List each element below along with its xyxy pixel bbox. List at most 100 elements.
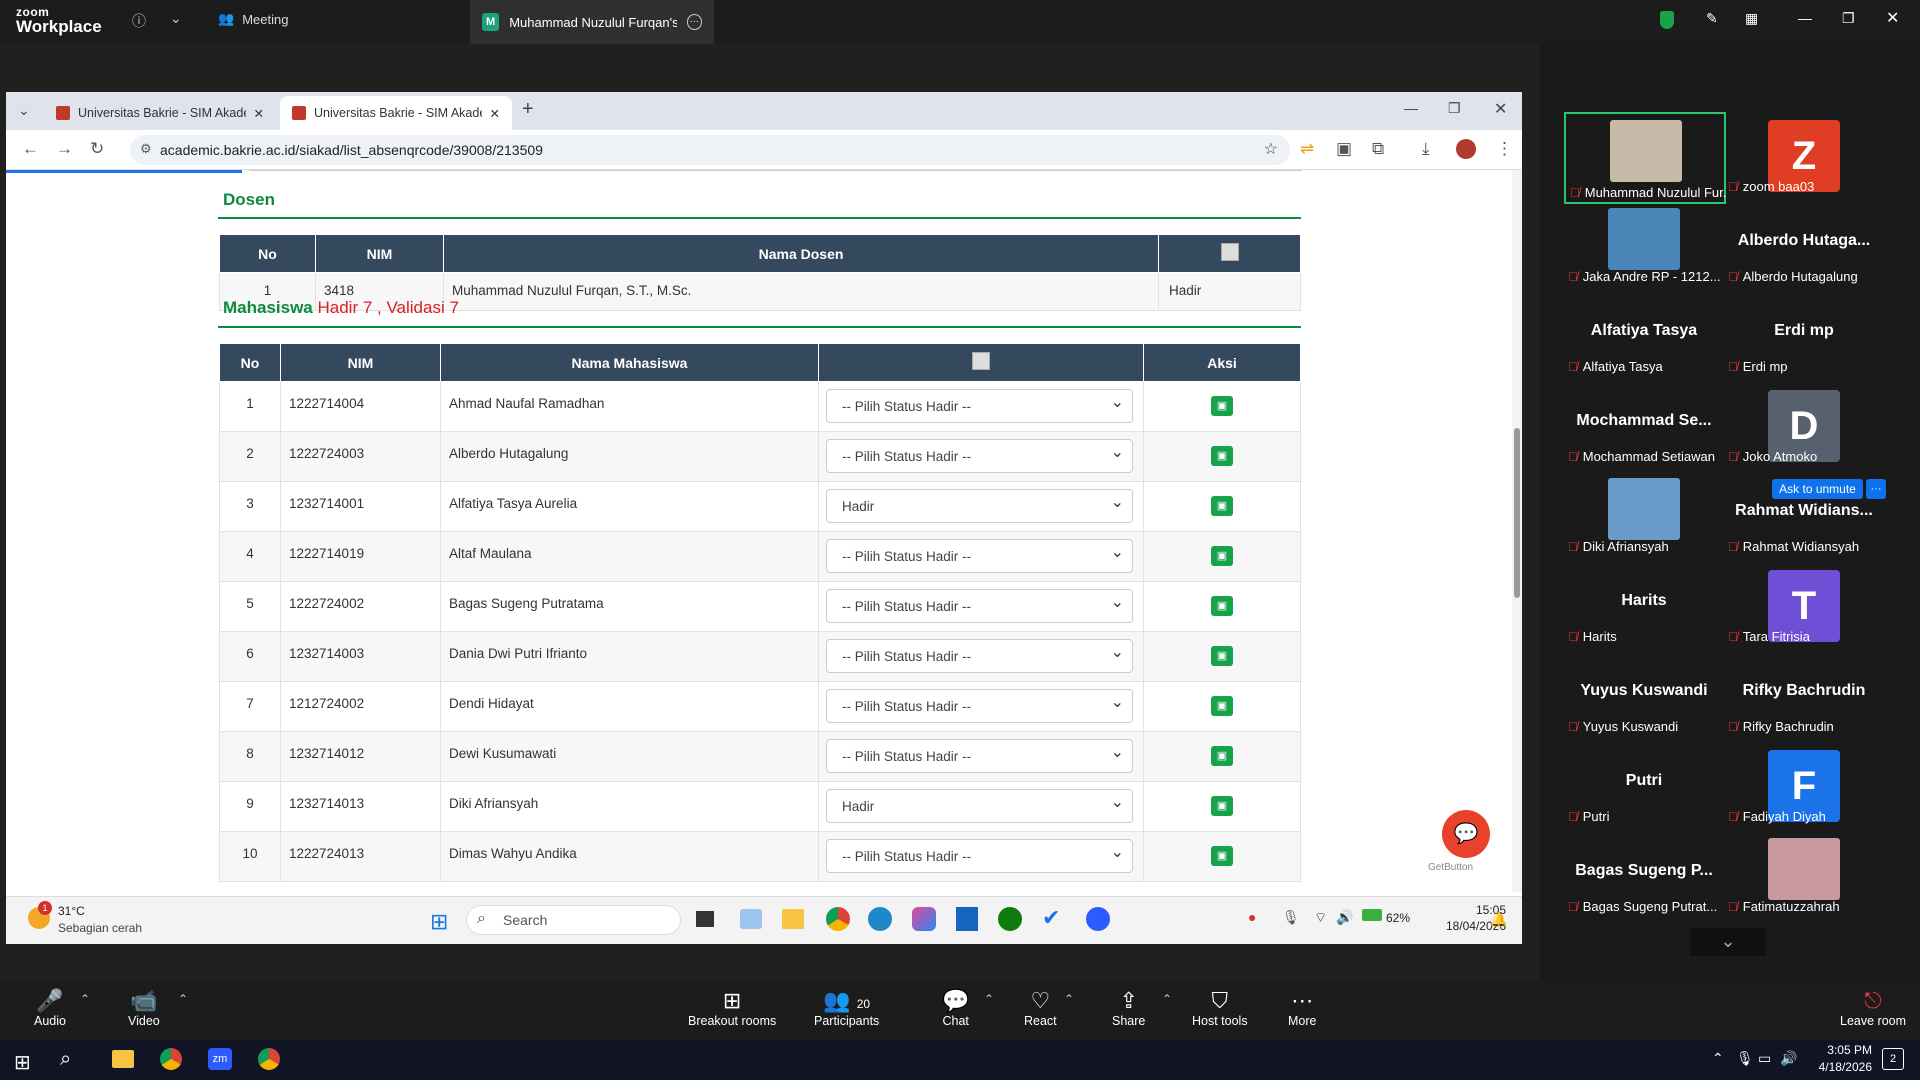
windows-start-icon[interactable]: ⊞ (430, 909, 448, 935)
zoom-app-icon[interactable]: zm (208, 1048, 232, 1070)
wifi-icon[interactable]: ⌔ (1314, 909, 1327, 927)
participant-tile[interactable]: Erdi mp 🎙̸ Erdi mp (1724, 292, 1884, 376)
select-all-checkbox[interactable] (1220, 243, 1239, 261)
save-icon[interactable]: ▣ (1211, 596, 1233, 616)
volume-icon[interactable]: 🔊 (1780, 1050, 1797, 1067)
status-hadir-select[interactable]: -- Pilih Status Hadir -- (826, 739, 1133, 773)
participant-tile[interactable]: Alfatiya Tasya 🎙̸ Alfatiya Tasya (1564, 292, 1724, 376)
chat-options-icon[interactable]: ⌃ (984, 992, 994, 1006)
restore-icon[interactable]: ❐ (1448, 100, 1461, 117)
participant-tile[interactable]: Putri 🎙̸ Putri (1564, 742, 1724, 826)
participants-button[interactable]: 👥 20 Participants (814, 988, 879, 1028)
share-options-icon[interactable]: ⌃ (1162, 992, 1172, 1006)
share-window-tab[interactable]: M Muhammad Nuzulul Furqan's scr ··· (470, 0, 714, 44)
react-options-icon[interactable]: ⌃ (1064, 992, 1074, 1006)
status-hadir-select[interactable]: Hadir (826, 789, 1133, 823)
participant-tile[interactable]: 🎙̸ Jaka Andre RP - 1212... (1564, 202, 1724, 286)
ask-to-unmute-button[interactable]: Ask to unmute (1772, 479, 1863, 499)
layout-icon[interactable]: ▦ (1745, 10, 1758, 27)
save-icon[interactable]: ▣ (1211, 496, 1233, 516)
save-icon[interactable]: ▣ (1211, 396, 1233, 416)
participant-tile[interactable]: Alberdo Hutaga... 🎙̸ Alberdo Hutagalung (1724, 202, 1884, 286)
todo-icon[interactable]: ✔ (1042, 905, 1060, 931)
extension-icon[interactable]: ⇌ (1300, 139, 1314, 159)
xbox-icon[interactable] (998, 907, 1022, 931)
restore-icon[interactable]: ❐ (1842, 10, 1855, 27)
file-explorer-icon[interactable] (782, 909, 804, 929)
close-icon[interactable]: ✕ (1494, 99, 1507, 119)
volume-icon[interactable]: 🔊 (1336, 909, 1353, 926)
tab-close-icon[interactable]: ✕ (254, 106, 264, 121)
windows-start-icon[interactable]: ⊞ (14, 1050, 31, 1075)
save-icon[interactable]: ▣ (1211, 646, 1233, 666)
chat-button[interactable]: 💬 Chat (942, 988, 969, 1028)
chrome-icon[interactable] (826, 907, 850, 931)
search-icon[interactable]: ⌕ (60, 1048, 71, 1071)
reload-icon[interactable]: ↻ (90, 139, 104, 159)
status-hadir-select[interactable]: -- Pilih Status Hadir -- (826, 689, 1133, 723)
chrome-icon[interactable] (258, 1048, 280, 1070)
tab-list-icon[interactable]: ⌄ (18, 102, 30, 119)
status-hadir-select[interactable]: -- Pilih Status Hadir -- (826, 389, 1133, 423)
video-button[interactable]: 📹 Video (128, 988, 160, 1028)
audio-options-icon[interactable]: ⌃ (80, 992, 90, 1006)
status-hadir-select[interactable]: -- Pilih Status Hadir -- (826, 839, 1133, 873)
chrome-icon[interactable] (160, 1048, 182, 1070)
participant-tile[interactable]: Bagas Sugeng P... 🎙̸ Bagas Sugeng Putrat..… (1564, 832, 1724, 916)
meeting-tab[interactable]: 👥 Meeting (218, 11, 288, 27)
extension-icon[interactable]: ▣ (1336, 139, 1352, 159)
participant-tile[interactable]: 🎙̸ Muhammad Nuzulul Fur... (1564, 112, 1726, 204)
leave-room-button[interactable]: ⎋ Leave room (1840, 988, 1906, 1028)
taskbar-search[interactable]: ⌕ Search (466, 905, 681, 935)
profile-avatar[interactable] (1456, 139, 1476, 159)
participant-tile[interactable]: T 🎙̸ Tara Fitrisia (1724, 562, 1884, 646)
participant-tile[interactable]: Yuyus Kuswandi 🎙̸ Yuyus Kuswandi (1564, 652, 1724, 736)
status-hadir-select[interactable]: Hadir (826, 489, 1133, 523)
save-icon[interactable]: ▣ (1211, 796, 1233, 816)
save-icon[interactable]: ▣ (1211, 446, 1233, 466)
chevron-down-icon[interactable]: ⌄ (170, 10, 182, 27)
mic-icon[interactable]: 🎙 (1282, 909, 1300, 926)
bookmark-star-icon[interactable]: ☆ (1264, 139, 1278, 159)
menu-kebab-icon[interactable]: ⋮ (1496, 139, 1513, 159)
video-options-icon[interactable]: ⌃ (178, 992, 188, 1006)
notification-bell-icon[interactable]: 🔔 (1490, 911, 1507, 928)
minimize-icon[interactable]: — (1404, 100, 1418, 116)
back-icon[interactable]: ← (22, 139, 39, 159)
participant-tile[interactable]: Rifky Bachrudin 🎙̸ Rifky Bachrudin (1724, 652, 1884, 736)
save-icon[interactable]: ▣ (1211, 746, 1233, 766)
page-scrollbar[interactable] (1512, 170, 1522, 892)
participant-tile[interactable]: Mochammad Se... 🎙̸ Mochammad Setiawan (1564, 382, 1724, 466)
close-icon[interactable]: ✕ (1886, 8, 1899, 28)
task-view-icon[interactable] (696, 911, 714, 927)
notification-center-icon[interactable]: 2 (1882, 1048, 1904, 1070)
save-icon[interactable]: ▣ (1211, 846, 1233, 866)
more-button[interactable]: ⋯ More (1288, 988, 1316, 1028)
select-all-checkbox[interactable] (972, 352, 990, 370)
forward-icon[interactable]: → (56, 139, 73, 159)
download-icon[interactable]: ⤓ (1422, 139, 1430, 159)
app-icon[interactable] (740, 909, 762, 929)
audio-button[interactable]: 🎤 Audio (34, 988, 66, 1028)
site-info-icon[interactable]: ⚙ (140, 141, 152, 157)
participant-tile[interactable]: Harits 🎙̸ Harits (1564, 562, 1724, 646)
status-hadir-select[interactable]: -- Pilih Status Hadir -- (826, 589, 1133, 623)
extensions-puzzle-icon[interactable]: ⧉ (1372, 139, 1384, 159)
share-button[interactable]: ⇪ Share (1112, 988, 1145, 1028)
participant-tile[interactable]: 🎙̸ Fatimatuzzahrah (1724, 832, 1884, 916)
info-icon[interactable]: ⓘ (132, 11, 146, 31)
react-button[interactable]: ♡ React (1024, 988, 1057, 1028)
host-tools-button[interactable]: ⛉ Host tools (1192, 988, 1248, 1028)
network-icon[interactable]: ▭ (1758, 1050, 1771, 1067)
participant-tile[interactable]: Z 🎙̸ zoom baa03 (1724, 112, 1884, 196)
more-options-icon[interactable]: ··· (686, 14, 702, 30)
participant-tile[interactable]: D 🎙̸ Joko Atmoko (1724, 382, 1884, 466)
gallery-scroll-down-icon[interactable]: ⌄ (1690, 928, 1766, 956)
browser-tab-2[interactable]: Universitas Bakrie - SIM Akaden ✕ (280, 96, 512, 130)
zoom-app-icon[interactable] (1086, 907, 1110, 931)
participant-tile[interactable]: F 🎙̸ Fadiyah Diyah (1724, 742, 1884, 826)
save-icon[interactable]: ▣ (1211, 546, 1233, 566)
store-icon[interactable] (956, 907, 978, 931)
scrollbar-thumb[interactable] (1514, 428, 1520, 598)
status-hadir-select[interactable]: -- Pilih Status Hadir -- (826, 639, 1133, 673)
